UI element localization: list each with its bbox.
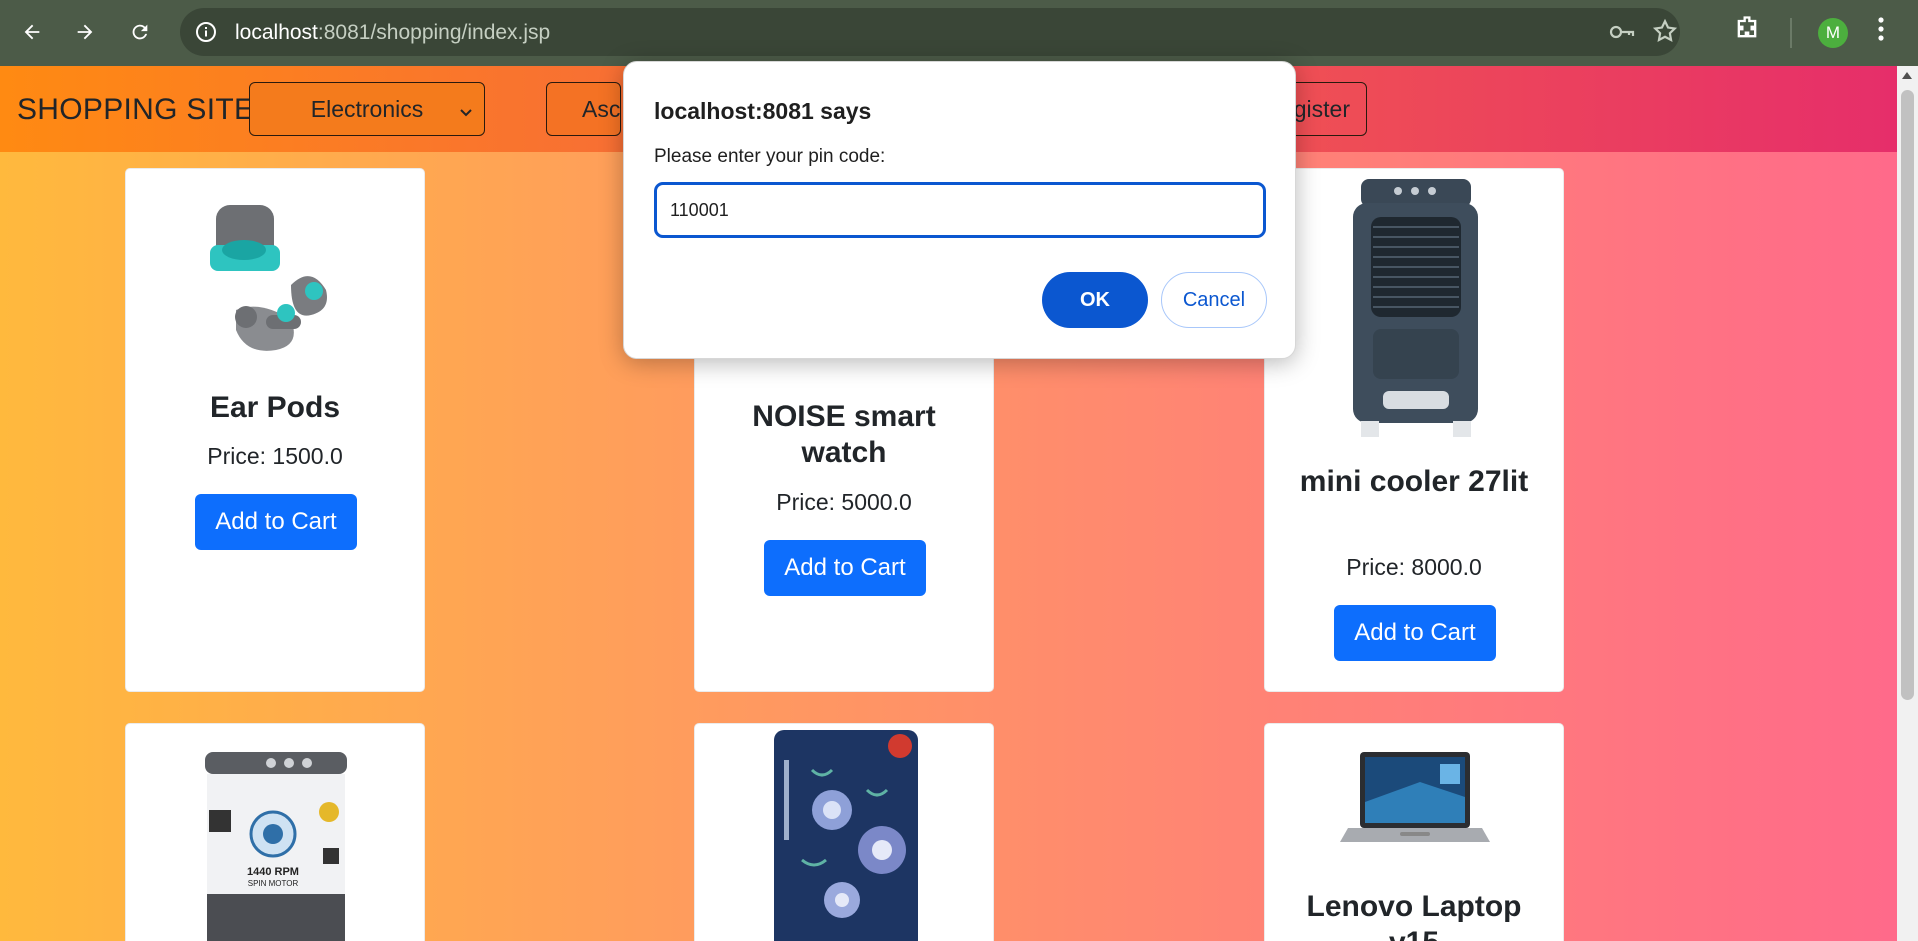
- product-card: mini cooler 27lit Price: 8000.0 Add to C…: [1264, 168, 1564, 692]
- add-to-cart-button[interactable]: Add to Cart: [195, 494, 357, 550]
- product-price: Price: 8000.0: [1346, 554, 1482, 580]
- earpods-image: [196, 195, 356, 370]
- extensions-icon[interactable]: [1733, 14, 1761, 47]
- product-name: mini cooler 27lit: [1299, 465, 1529, 498]
- product-name: NOISE smart watch: [752, 400, 936, 469]
- svg-text:1440 RPM: 1440 RPM: [247, 866, 299, 878]
- bookmark-star-icon[interactable]: [1652, 18, 1678, 49]
- address-bar[interactable]: localhost:8081/shopping/index.jsp: [180, 8, 1680, 56]
- dialog-title: localhost:8081 says: [654, 98, 872, 124]
- sort-button-label: Ascending: [582, 95, 621, 122]
- password-key-icon[interactable]: [1608, 20, 1636, 49]
- product-name: Lenovo Laptop v15: [1306, 890, 1522, 941]
- scrollbar-thumb[interactable]: [1901, 90, 1914, 700]
- product-card: [694, 723, 994, 941]
- cancel-button[interactable]: Cancel: [1161, 272, 1267, 328]
- reload-icon[interactable]: [121, 13, 159, 51]
- sort-ascending-button[interactable]: Ascending: [546, 82, 621, 136]
- toolbar-separator: [1790, 18, 1792, 48]
- profile-avatar[interactable]: M: [1818, 18, 1848, 48]
- add-to-cart-button[interactable]: Add to Cart: [1334, 605, 1496, 661]
- product-card: Ear Pods Price: 1500.0 Add to Cart: [125, 168, 425, 692]
- dialog-message: Please enter your pin code:: [654, 146, 886, 167]
- page-scrollbar[interactable]: [1897, 66, 1918, 941]
- laptop-image: [1340, 752, 1490, 867]
- washing-machine-image: 1440 RPM SPIN MOTOR: [201, 752, 351, 941]
- product-price: Price: 1500.0: [207, 443, 343, 469]
- forward-icon[interactable]: [66, 13, 104, 51]
- scroll-up-icon[interactable]: [1902, 72, 1912, 79]
- site-info-icon[interactable]: [194, 20, 218, 49]
- back-icon[interactable]: [13, 13, 51, 51]
- add-to-cart-button[interactable]: Add to Cart: [764, 540, 926, 596]
- chevron-down-icon: [458, 99, 474, 126]
- product-price: Price: 5000.0: [776, 489, 912, 515]
- product-card: Lenovo Laptop v15: [1264, 723, 1564, 941]
- url-text: localhost:8081/shopping/index.jsp: [235, 21, 551, 44]
- ok-button[interactable]: OK: [1042, 272, 1148, 328]
- menu-kebab-icon[interactable]: [1876, 14, 1886, 49]
- svg-text:SPIN MOTOR: SPIN MOTOR: [248, 879, 299, 888]
- pin-code-input[interactable]: 110001: [654, 182, 1266, 238]
- cooler-image: [1343, 177, 1488, 444]
- brand-title: SHOPPING SITE: [17, 93, 255, 126]
- category-select[interactable]: Electronics: [249, 82, 485, 136]
- product-card: 1440 RPM SPIN MOTOR: [125, 723, 425, 941]
- category-select-value: Electronics: [310, 95, 424, 122]
- product-name: Ear Pods: [209, 391, 341, 424]
- prompt-dialog: localhost:8081 says Please enter your pi…: [623, 61, 1296, 359]
- browser-toolbar: localhost:8081/shopping/index.jsp M: [0, 0, 1918, 66]
- refrigerator-image: [772, 730, 920, 941]
